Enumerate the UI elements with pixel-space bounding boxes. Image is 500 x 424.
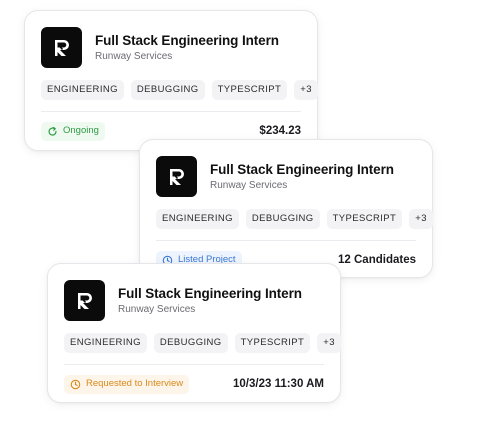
skill-tags: ENGINEERING DEBUGGING TYPESCRIPT +3 <box>64 333 341 353</box>
more-tags-badge[interactable]: +3 <box>294 80 318 100</box>
clock-icon <box>70 379 81 389</box>
status-badge: Ongoing <box>41 121 105 141</box>
job-card[interactable]: Full Stack Engineering Intern Runway Ser… <box>24 10 318 151</box>
job-card-header: Full Stack Engineering Intern Runway Ser… <box>41 27 301 68</box>
job-cards-stack: Full Stack Engineering Intern Runway Ser… <box>0 0 500 424</box>
skill-tag: TYPESCRIPT <box>234 333 311 353</box>
company-name: Runway Services <box>210 180 288 191</box>
interview-datetime: 10/3/23 11:30 AM <box>233 378 324 390</box>
skill-tag: DEBUGGING <box>153 333 228 353</box>
job-card[interactable]: Full Stack Engineering Intern Runway Ser… <box>139 139 433 278</box>
divider <box>41 110 301 112</box>
skill-tag: DEBUGGING <box>130 80 205 100</box>
skill-tag: ENGINEERING <box>64 333 147 353</box>
job-title[interactable]: Full Stack Engineering Intern <box>118 286 302 301</box>
job-card-header: Full Stack Engineering Intern Runway Ser… <box>156 156 416 197</box>
runway-logo-icon <box>156 156 197 197</box>
more-tags-badge[interactable]: +3 <box>409 209 433 229</box>
status-label: Ongoing <box>63 125 99 137</box>
job-card[interactable]: Full Stack Engineering Intern Runway Ser… <box>47 263 341 403</box>
company-name: Runway Services <box>95 51 173 62</box>
job-payment: $234.23 <box>259 125 301 137</box>
skill-tags: ENGINEERING DEBUGGING TYPESCRIPT +3 <box>41 80 318 100</box>
skill-tag: TYPESCRIPT <box>326 209 403 229</box>
status-label: Requested to Interview <box>86 378 184 390</box>
skill-tag: DEBUGGING <box>245 209 320 229</box>
skill-tags: ENGINEERING DEBUGGING TYPESCRIPT +3 <box>156 209 433 229</box>
skill-tag: TYPESCRIPT <box>211 80 288 100</box>
job-card-footer: Ongoing $234.23 <box>41 121 301 141</box>
refresh-icon <box>48 126 57 136</box>
job-title[interactable]: Full Stack Engineering Intern <box>210 162 394 177</box>
runway-logo-icon <box>41 27 82 68</box>
job-card-header: Full Stack Engineering Intern Runway Ser… <box>64 280 324 321</box>
skill-tag: ENGINEERING <box>41 80 124 100</box>
job-card-footer: Requested to Interview 10/3/23 11:30 AM <box>64 374 324 394</box>
more-tags-badge[interactable]: +3 <box>317 333 341 353</box>
divider <box>64 363 324 365</box>
company-name: Runway Services <box>118 304 196 315</box>
candidate-count: 12 Candidates <box>338 254 416 266</box>
status-badge: Requested to Interview <box>64 374 190 394</box>
runway-logo-icon <box>64 280 105 321</box>
job-title[interactable]: Full Stack Engineering Intern <box>95 33 279 48</box>
divider <box>156 239 416 241</box>
skill-tag: ENGINEERING <box>156 209 239 229</box>
